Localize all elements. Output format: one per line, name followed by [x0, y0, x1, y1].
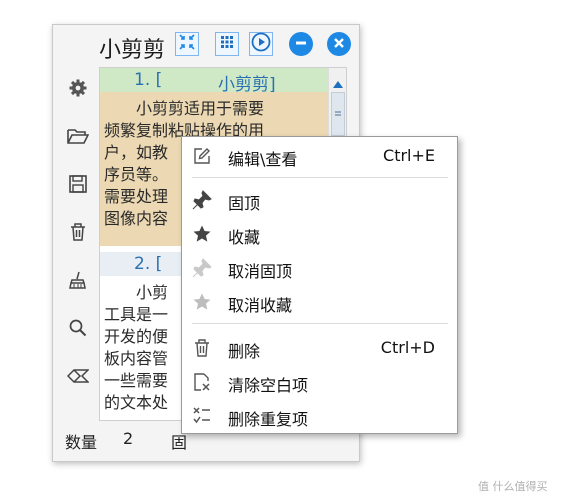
broom-icon: [68, 270, 88, 294]
menu-separator: [192, 177, 448, 178]
menu-item-label: 清除空白项: [228, 376, 309, 395]
collapse-button[interactable]: [175, 32, 199, 56]
app-title: 小剪剪: [99, 38, 166, 63]
menu-item-favorite[interactable]: 收藏: [182, 219, 457, 249]
menu-item-label: 编辑\查看: [228, 150, 298, 169]
minimize-button[interactable]: [289, 32, 313, 56]
scroll-thumb[interactable]: [331, 92, 345, 136]
count-value: 2: [123, 429, 134, 448]
item-number: 2. [: [134, 254, 163, 274]
title-bar: 小剪剪: [53, 25, 359, 65]
play-icon: [251, 32, 271, 56]
clear-blank-icon: [192, 372, 212, 392]
menu-item-unpin[interactable]: 取消固顶: [182, 253, 457, 283]
eraser-button[interactable]: [66, 367, 90, 389]
settings-button[interactable]: [67, 79, 89, 101]
sidebar: [59, 67, 97, 421]
folder-open-icon: [67, 126, 90, 150]
list-item-header[interactable]: 1. [ 小剪剪]: [100, 68, 328, 95]
item-number: 1. [: [134, 70, 163, 90]
count-label: 数量: [65, 433, 98, 452]
menu-item-delete[interactable]: 删除 Ctrl+D: [182, 333, 457, 363]
grid-icon: [219, 34, 235, 54]
edit-icon: [192, 146, 212, 166]
close-button[interactable]: [327, 32, 351, 56]
open-button[interactable]: [67, 126, 90, 150]
eraser-icon: [66, 367, 90, 389]
save-button[interactable]: [67, 175, 89, 197]
clean-button[interactable]: [67, 271, 89, 293]
remove-duplicate-icon: [192, 406, 212, 426]
menu-item-shortcut: Ctrl+D: [380, 338, 435, 357]
menu-item-label: 取消固顶: [228, 262, 293, 281]
menu-item-remove-duplicates[interactable]: 删除重复项: [182, 401, 457, 431]
menu-item-label: 删除: [228, 342, 261, 361]
save-icon: [68, 174, 88, 198]
delete-button[interactable]: [67, 223, 89, 245]
close-icon: [332, 35, 346, 54]
menu-item-label: 取消收藏: [228, 296, 293, 315]
pin-icon: [192, 190, 212, 210]
menu-item-unfavorite[interactable]: 取消收藏: [182, 287, 457, 317]
context-menu: 编辑\查看 Ctrl+E 固顶 收藏 取消固顶 取消收藏 删除 Ctrl+D 清…: [181, 136, 458, 434]
minus-icon: [294, 35, 308, 54]
menu-item-edit[interactable]: 编辑\查看 Ctrl+E: [182, 141, 457, 171]
menu-item-label: 固顶: [228, 194, 261, 213]
star-icon: [192, 224, 212, 244]
trash-icon: [69, 222, 87, 246]
menu-separator: [192, 323, 448, 324]
menu-item-shortcut: Ctrl+E: [383, 146, 435, 165]
unstar-icon: [192, 292, 212, 312]
collapse-arrows-icon: [178, 33, 196, 55]
scroll-up-arrow-icon[interactable]: [332, 74, 344, 88]
menu-item-label: 删除重复项: [228, 410, 309, 429]
gear-icon: [68, 78, 88, 102]
menu-item-clear-blank[interactable]: 清除空白项: [182, 367, 457, 397]
grid-button[interactable]: [215, 32, 239, 56]
menu-item-pin[interactable]: 固顶: [182, 185, 457, 215]
menu-item-label: 收藏: [228, 228, 261, 247]
item-line: 小剪剪适用于需要: [104, 99, 265, 118]
search-icon: [68, 318, 88, 342]
play-button[interactable]: [249, 32, 273, 56]
trash-icon: [192, 338, 212, 358]
unpin-icon: [192, 258, 212, 278]
watermark: 值 什么值得买: [478, 480, 548, 493]
search-button[interactable]: [67, 319, 89, 341]
